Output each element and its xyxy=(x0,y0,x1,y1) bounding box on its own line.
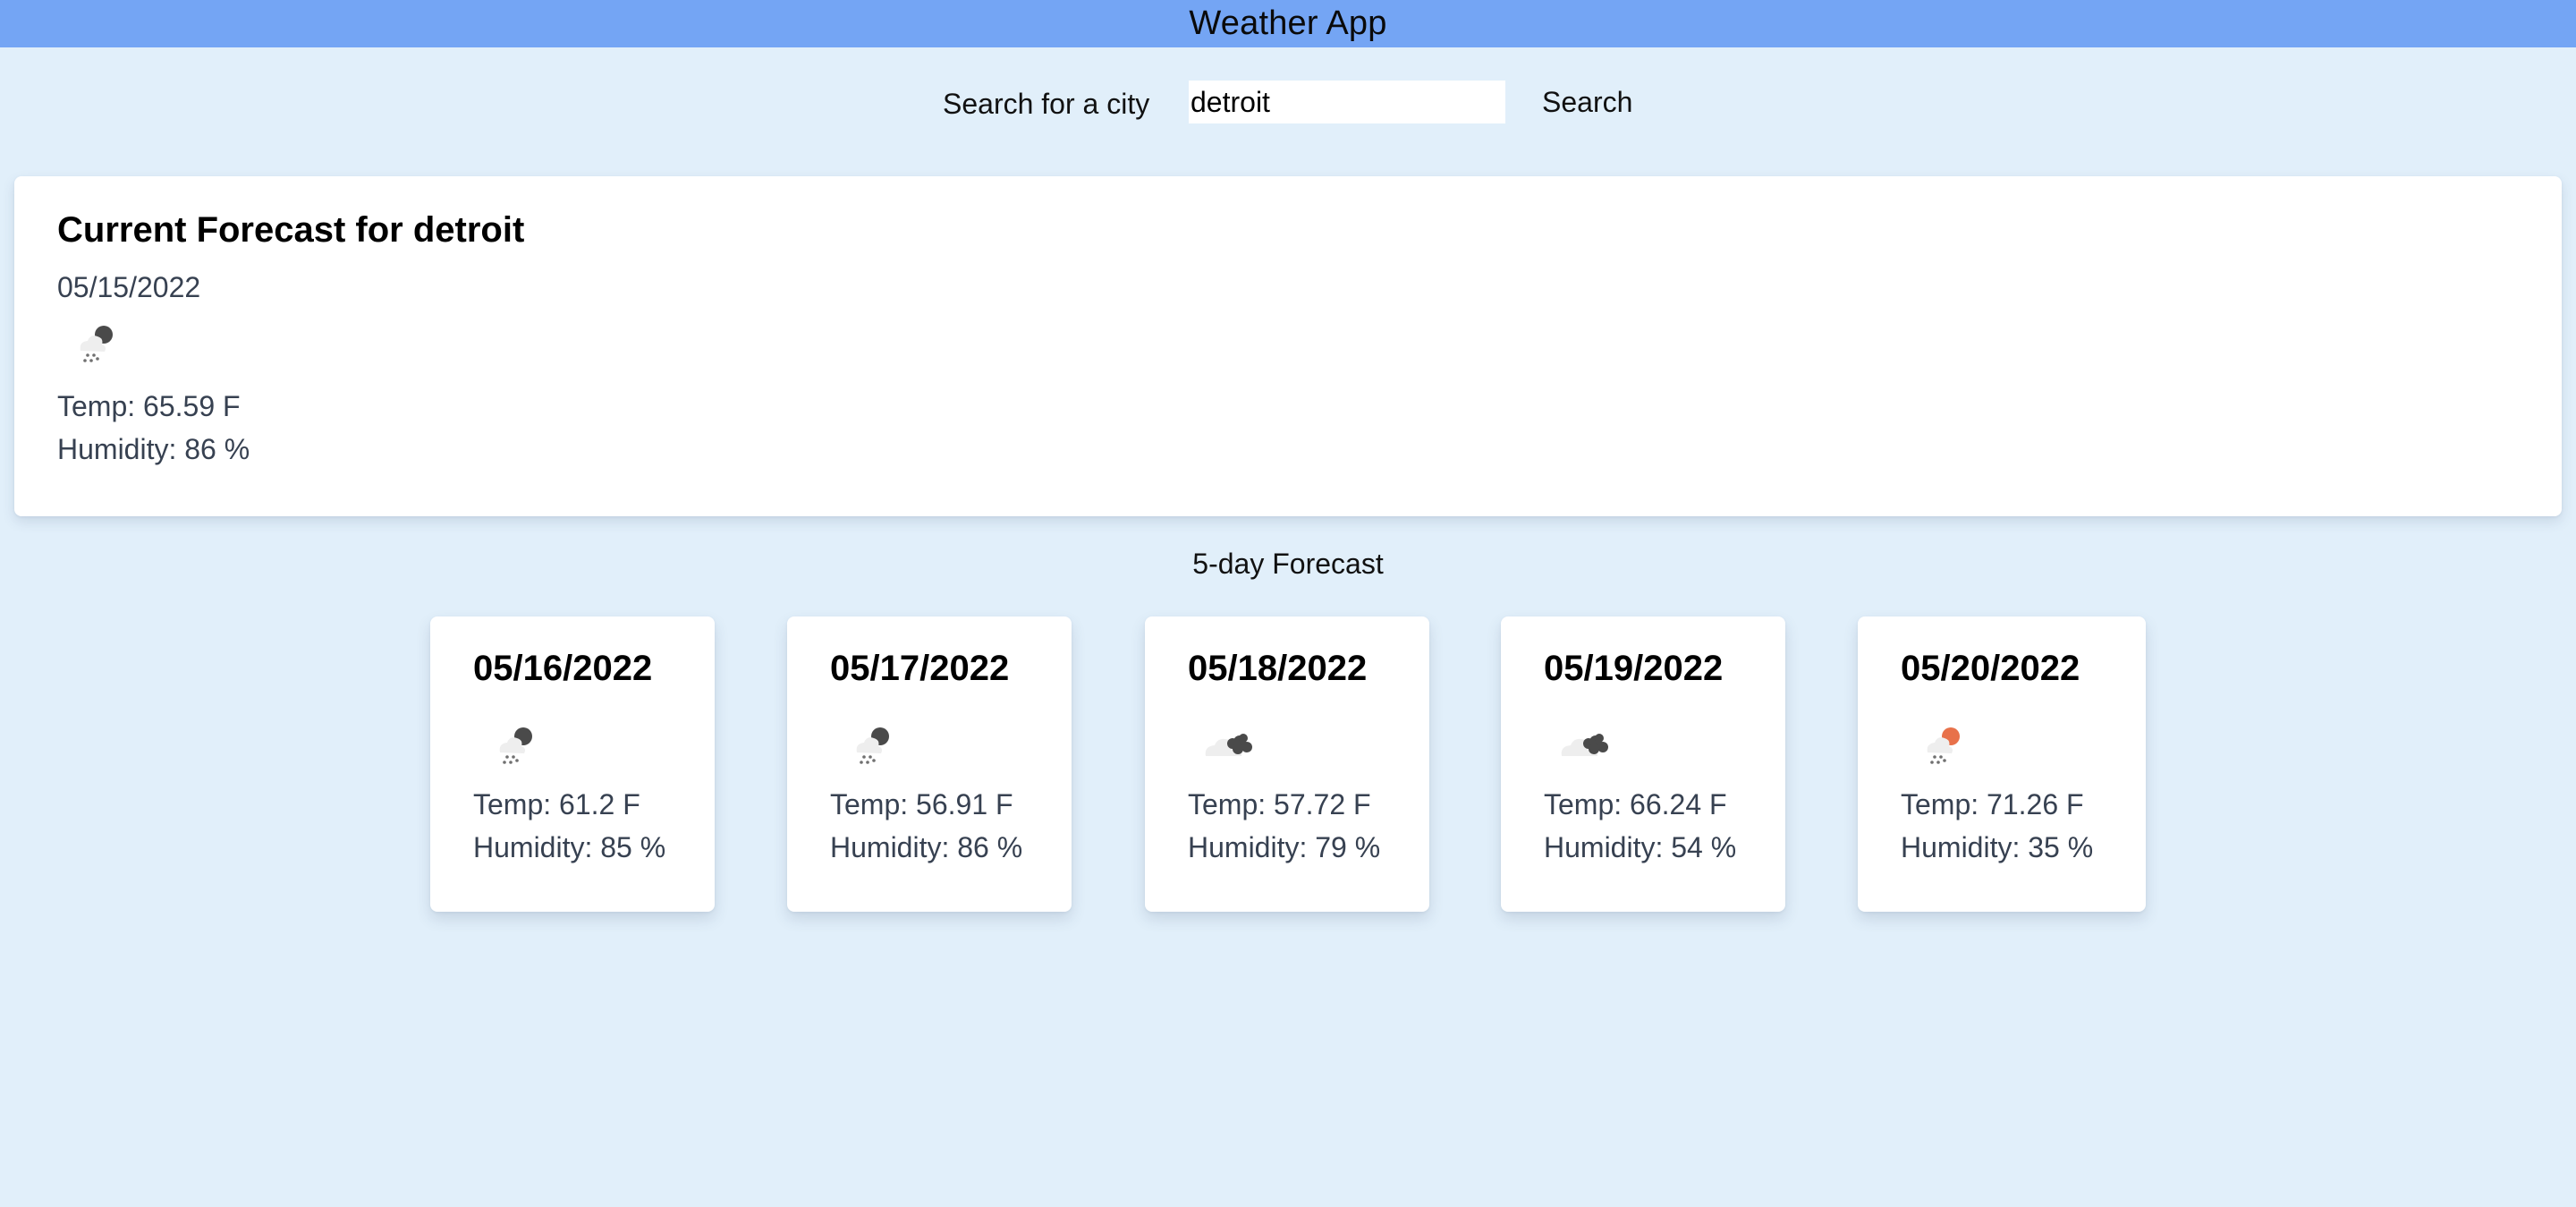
current-forecast-card: Current Forecast for detroit 05/15/2022 … xyxy=(14,176,2562,516)
app-title: Weather App xyxy=(1189,4,1387,42)
broken-clouds-icon xyxy=(1561,734,1608,756)
search-button[interactable]: Search xyxy=(1531,81,1643,123)
search-label: Search for a city xyxy=(943,88,1150,120)
forecast-humidity: Humidity: 79 % xyxy=(1188,831,1381,863)
forecast-day-card: 05/19/2022 Temp: 66.24 F Humidity: 54 % xyxy=(1501,616,1785,912)
forecast-humidity: Humidity: 85 % xyxy=(473,831,666,863)
rain-night-icon xyxy=(499,727,532,764)
rain-night-icon xyxy=(80,326,113,362)
forecast-humidity: Humidity: 86 % xyxy=(830,831,1023,863)
forecast-stats: Temp: 57.72 F Humidity: 79 % xyxy=(1188,783,1429,869)
forecast-date: 05/19/2022 xyxy=(1544,649,1724,688)
forecast-stats: Temp: 56.91 F Humidity: 86 % xyxy=(830,783,1072,869)
forecast-day-card: 05/16/2022 Temp: 61.2 F Humidity: 85 % xyxy=(430,616,715,912)
forecast-stats: Temp: 66.24 F Humidity: 54 % xyxy=(1544,783,1785,869)
forecast-day-card: 05/17/2022 Temp: 56.91 F Humidity: 86 % xyxy=(787,616,1072,912)
forecast-temp: Temp: 66.24 F xyxy=(1544,788,1727,820)
search-bar: Search for a city Search xyxy=(0,81,2576,129)
current-humidity: Humidity: 86 % xyxy=(57,433,250,465)
forecast-temp: Temp: 57.72 F xyxy=(1188,788,1371,820)
forecast-date: 05/18/2022 xyxy=(1188,649,1368,688)
forecast-date: 05/16/2022 xyxy=(473,649,653,688)
current-date: 05/15/2022 xyxy=(57,271,201,303)
forecast-temp: Temp: 61.2 F xyxy=(473,788,640,820)
app-header: Weather App xyxy=(0,0,2576,47)
city-search-input[interactable] xyxy=(1189,81,1505,123)
forecast-humidity: Humidity: 54 % xyxy=(1544,831,1737,863)
forecast-date: 05/17/2022 xyxy=(830,649,1010,688)
forecast-date: 05/20/2022 xyxy=(1901,649,2080,688)
five-day-forecast-list: 05/16/2022 Temp: 61.2 F Humidity: 85 % 0… xyxy=(0,616,2576,912)
forecast-humidity: Humidity: 35 % xyxy=(1901,831,2094,863)
rain-night-icon xyxy=(856,727,889,764)
current-forecast-title: Current Forecast for detroit xyxy=(57,210,525,250)
current-temp: Temp: 65.59 F xyxy=(57,390,241,422)
forecast-stats: Temp: 61.2 F Humidity: 85 % xyxy=(473,783,715,869)
forecast-day-card: 05/20/2022 Temp: 71.26 F Humidity: 35 % xyxy=(1858,616,2146,912)
forecast-stats: Temp: 71.26 F Humidity: 35 % xyxy=(1901,783,2146,869)
rain-day-icon xyxy=(1927,727,1960,764)
forecast-temp: Temp: 71.26 F xyxy=(1901,788,2084,820)
forecast-temp: Temp: 56.91 F xyxy=(830,788,1013,820)
broken-clouds-icon xyxy=(1205,734,1252,756)
current-stats: Temp: 65.59 F Humidity: 86 % xyxy=(57,385,2562,471)
forecast-day-card: 05/18/2022 Temp: 57.72 F Humidity: 79 % xyxy=(1145,616,1429,912)
five-day-forecast-heading: 5-day Forecast xyxy=(1192,548,1384,580)
